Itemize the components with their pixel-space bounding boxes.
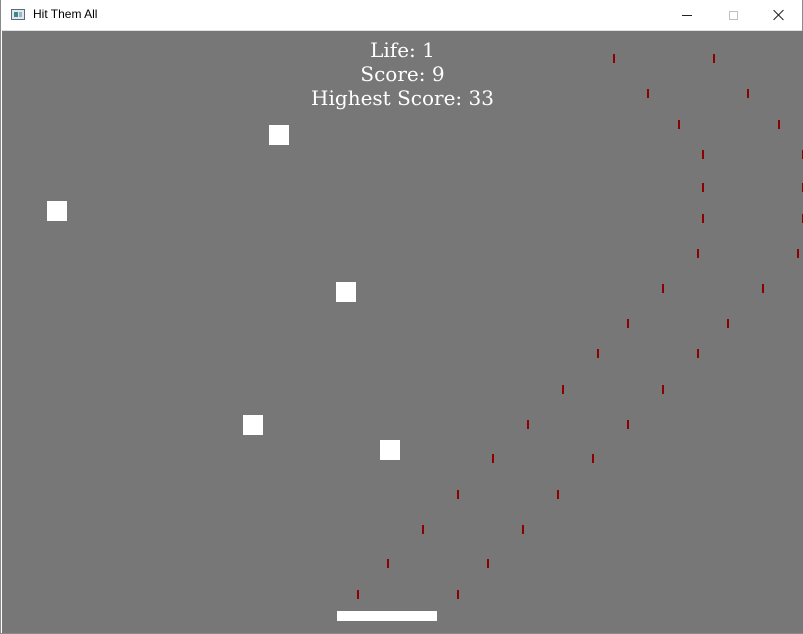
bullet xyxy=(702,150,704,159)
close-button[interactable] xyxy=(756,0,802,30)
target-block xyxy=(269,125,289,145)
target-block xyxy=(47,201,67,221)
maximize-button[interactable] xyxy=(710,0,756,30)
app-icon xyxy=(11,9,25,20)
bullet xyxy=(357,590,359,599)
bullet xyxy=(522,525,524,534)
minimize-button[interactable] xyxy=(664,0,710,30)
close-icon xyxy=(773,9,785,21)
bullet xyxy=(492,454,494,463)
score-counter: Score: 9 xyxy=(360,62,445,86)
maximize-icon xyxy=(728,10,738,20)
bullet xyxy=(678,120,680,129)
bullet xyxy=(647,89,649,98)
game-window: Hit Them All Life: 1 Score: 9 Highest Sc… xyxy=(0,0,803,634)
bullet xyxy=(422,525,424,534)
bullet xyxy=(387,559,389,568)
bullet xyxy=(613,54,615,63)
window-title: Hit Them All xyxy=(33,7,98,21)
bullet xyxy=(592,454,594,463)
bullet xyxy=(778,120,780,129)
bullet xyxy=(697,349,699,358)
target-block xyxy=(336,282,356,302)
bullet xyxy=(527,420,529,429)
bullet xyxy=(597,349,599,358)
target-block xyxy=(243,415,263,435)
bullet xyxy=(797,249,799,258)
bullet xyxy=(557,490,559,499)
bullet xyxy=(697,249,699,258)
bullet xyxy=(702,214,704,223)
bullet xyxy=(662,284,664,293)
bullet xyxy=(762,284,764,293)
game-canvas[interactable]: Life: 1 Score: 9 Highest Score: 33 xyxy=(2,31,803,633)
bullet xyxy=(627,420,629,429)
bullet xyxy=(562,385,564,394)
minimize-icon xyxy=(682,14,692,16)
bullet xyxy=(727,319,729,328)
highest-score: Highest Score: 33 xyxy=(311,86,494,110)
bullet xyxy=(747,89,749,98)
bullet xyxy=(662,385,664,394)
bullet xyxy=(487,559,489,568)
bullet xyxy=(457,590,459,599)
title-bar[interactable]: Hit Them All xyxy=(1,0,802,31)
bullet xyxy=(627,319,629,328)
player-paddle[interactable] xyxy=(337,611,437,621)
life-counter: Life: 1 xyxy=(370,38,435,62)
bullet xyxy=(713,54,715,63)
target-block xyxy=(380,440,400,460)
hud: Life: 1 Score: 9 Highest Score: 33 xyxy=(2,38,803,110)
bullet xyxy=(702,183,704,192)
bullet xyxy=(457,490,459,499)
